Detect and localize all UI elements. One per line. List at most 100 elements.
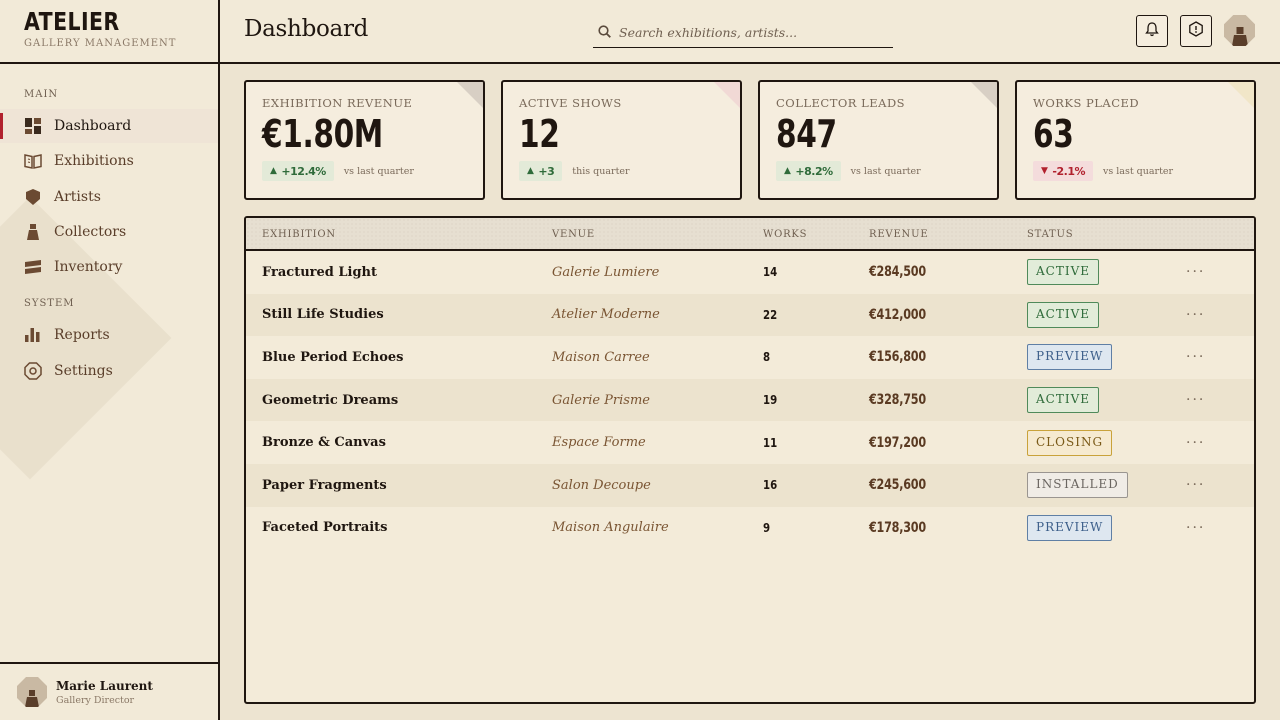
- row-more-options-button[interactable]: ···: [1186, 294, 1205, 337]
- stat-label: EXHIBITION REVENUE: [262, 96, 413, 110]
- sidebar-item-dashboard[interactable]: Dashboard: [0, 109, 218, 143]
- header-avatar[interactable]: [1224, 15, 1255, 46]
- status-cell: INSTALLED: [1027, 464, 1128, 507]
- exhibition-name[interactable]: Geometric Dreams: [262, 379, 398, 422]
- exhibition-name[interactable]: Blue Period Echoes: [262, 336, 403, 379]
- sidebar-item-reports[interactable]: Reports: [0, 318, 218, 352]
- works-count: 8: [763, 350, 771, 365]
- stat-card-works-placed[interactable]: WORKS PLACED 63 ▼ -2.1% vs last quarter: [1015, 80, 1256, 200]
- column-header-works[interactable]: WORKS: [763, 229, 807, 240]
- exhibition-name[interactable]: Bronze & Canvas: [262, 421, 386, 464]
- exhibition-name[interactable]: Paper Fragments: [262, 464, 387, 507]
- table-row[interactable]: Blue Period Echoes Maison Carree 8 €156,800…: [246, 336, 1254, 379]
- exhibition-name[interactable]: Faceted Portraits: [262, 507, 388, 550]
- sidebar-item-artists[interactable]: Artists: [0, 180, 218, 214]
- page-title: Dashboard: [244, 16, 369, 42]
- nav-section-system: SYSTEM: [24, 298, 75, 309]
- user-profile[interactable]: Marie Laurent Gallery Director: [0, 662, 218, 720]
- brand-title: ATELIER: [24, 7, 120, 36]
- column-header-exhibition[interactable]: EXHIBITION: [262, 229, 336, 240]
- card-fold: [714, 82, 740, 108]
- search-bar[interactable]: [593, 17, 893, 48]
- venue-name: Maison Carree: [552, 349, 650, 365]
- table-row[interactable]: Fractured Light Galerie Lumiere 14 €284,500…: [246, 251, 1254, 294]
- arrow-up-icon: ▲: [527, 166, 534, 176]
- status-cell: PREVIEW: [1027, 507, 1113, 550]
- search-input[interactable]: [619, 24, 879, 40]
- row-more-options-button[interactable]: ···: [1186, 336, 1205, 379]
- brand: ATELIER GALLERY MANAGEMENT: [0, 0, 218, 64]
- stat-note: vs last quarter: [850, 165, 921, 177]
- status-cell: ACTIVE: [1027, 294, 1100, 337]
- stat-delta-value: +8.2%: [795, 164, 833, 178]
- stat-label: ACTIVE SHOWS: [519, 96, 622, 110]
- row-more-options-button[interactable]: ···: [1186, 251, 1205, 294]
- top-header: Dashboard: [220, 0, 1280, 64]
- card-fold: [971, 82, 997, 108]
- venue-name: Espace Forme: [552, 435, 646, 451]
- stat-delta-value: +3: [538, 164, 555, 178]
- stat-delta: ▼ -2.1%: [1033, 161, 1093, 181]
- revenue-value: €197,200: [869, 434, 926, 451]
- venue-name: Maison Angulaire: [552, 520, 669, 536]
- arrow-up-icon: ▲: [270, 166, 277, 176]
- stat-delta: ▲ +8.2%: [776, 161, 841, 181]
- works-count: 14: [763, 265, 778, 280]
- stat-delta: ▲ +12.4%: [262, 161, 334, 181]
- status-badge: ACTIVE: [1027, 259, 1100, 286]
- works-count: 9: [763, 520, 771, 535]
- person-icon: [24, 223, 42, 241]
- sidebar-item-collectors[interactable]: Collectors: [0, 215, 218, 249]
- table-row[interactable]: Geometric Dreams Galerie Prisme 19 €328,750…: [246, 378, 1254, 422]
- revenue-value: €284,500: [869, 264, 926, 281]
- card-fold: [457, 82, 483, 108]
- row-more-options-button[interactable]: ···: [1186, 507, 1205, 550]
- row-more-options-button[interactable]: ···: [1186, 421, 1205, 464]
- table-row[interactable]: Bronze & Canvas Espace Forme 11 €197,200 CLO…: [246, 421, 1254, 464]
- sidebar-item-inventory[interactable]: Inventory: [0, 250, 218, 284]
- table-row[interactable]: Faceted Portraits Maison Angulaire 9 €178,3…: [246, 507, 1254, 550]
- search-icon: [598, 23, 611, 42]
- stat-note: vs last quarter: [343, 165, 414, 177]
- status-badge: PREVIEW: [1027, 344, 1113, 371]
- sidebar-item-label: Inventory: [54, 259, 123, 275]
- stat-value: 12: [519, 112, 560, 156]
- status-cell: ACTIVE: [1027, 251, 1100, 294]
- alerts-button[interactable]: [1180, 15, 1212, 47]
- status-cell: CLOSING: [1027, 421, 1113, 464]
- column-header-revenue[interactable]: REVENUE: [869, 229, 928, 240]
- table-row[interactable]: Paper Fragments Salon Decoupe 16 €245,600 IN…: [246, 463, 1254, 507]
- venue-name: Galerie Prisme: [552, 392, 650, 408]
- sidebar-item-label: Settings: [54, 363, 113, 379]
- stat-card-active-shows[interactable]: ACTIVE SHOWS 12 ▲ +3 this quarter: [501, 80, 742, 200]
- exhibitions-table: EXHIBITION VENUE WORKS REVENUE STATUS Fr…: [244, 216, 1256, 704]
- stat-card-collector-leads[interactable]: COLLECTOR LEADS 847 ▲ +8.2% vs last quart…: [758, 80, 999, 200]
- column-header-status[interactable]: STATUS: [1027, 229, 1073, 240]
- nav-section-main: MAIN: [24, 89, 59, 100]
- profile-role: Gallery Director: [56, 694, 135, 706]
- exhibition-name[interactable]: Fractured Light: [262, 251, 377, 294]
- hexagon-alert-icon: [1188, 21, 1204, 41]
- notifications-button[interactable]: [1136, 15, 1168, 47]
- works-count: 11: [763, 435, 778, 450]
- column-header-venue[interactable]: VENUE: [552, 229, 595, 240]
- sidebar-item-exhibitions[interactable]: Exhibitions: [0, 144, 218, 178]
- status-badge: ACTIVE: [1027, 301, 1100, 328]
- status-badge: PREVIEW: [1027, 514, 1113, 541]
- exhibition-name[interactable]: Still Life Studies: [262, 294, 384, 337]
- row-more-options-button[interactable]: ···: [1186, 379, 1205, 422]
- card-fold: [1228, 82, 1254, 108]
- status-badge: CLOSING: [1027, 429, 1113, 456]
- row-more-options-button[interactable]: ···: [1186, 464, 1205, 507]
- arrow-down-icon: ▼: [1041, 166, 1048, 176]
- stat-label: WORKS PLACED: [1033, 96, 1140, 110]
- table-header: EXHIBITION VENUE WORKS REVENUE STATUS: [246, 218, 1254, 251]
- revenue-value: €178,300: [869, 519, 926, 536]
- sidebar-item-label: Dashboard: [54, 118, 132, 134]
- sidebar-item-settings[interactable]: Settings: [0, 354, 218, 388]
- stat-card-revenue[interactable]: EXHIBITION REVENUE €1.80M ▲ +12.4% vs las…: [244, 80, 485, 200]
- stat-label: COLLECTOR LEADS: [776, 96, 906, 110]
- table-row[interactable]: Still Life Studies Atelier Moderne 22 €412,…: [246, 293, 1254, 337]
- venue-name: Atelier Moderne: [552, 307, 660, 323]
- arrow-up-icon: ▲: [784, 166, 791, 176]
